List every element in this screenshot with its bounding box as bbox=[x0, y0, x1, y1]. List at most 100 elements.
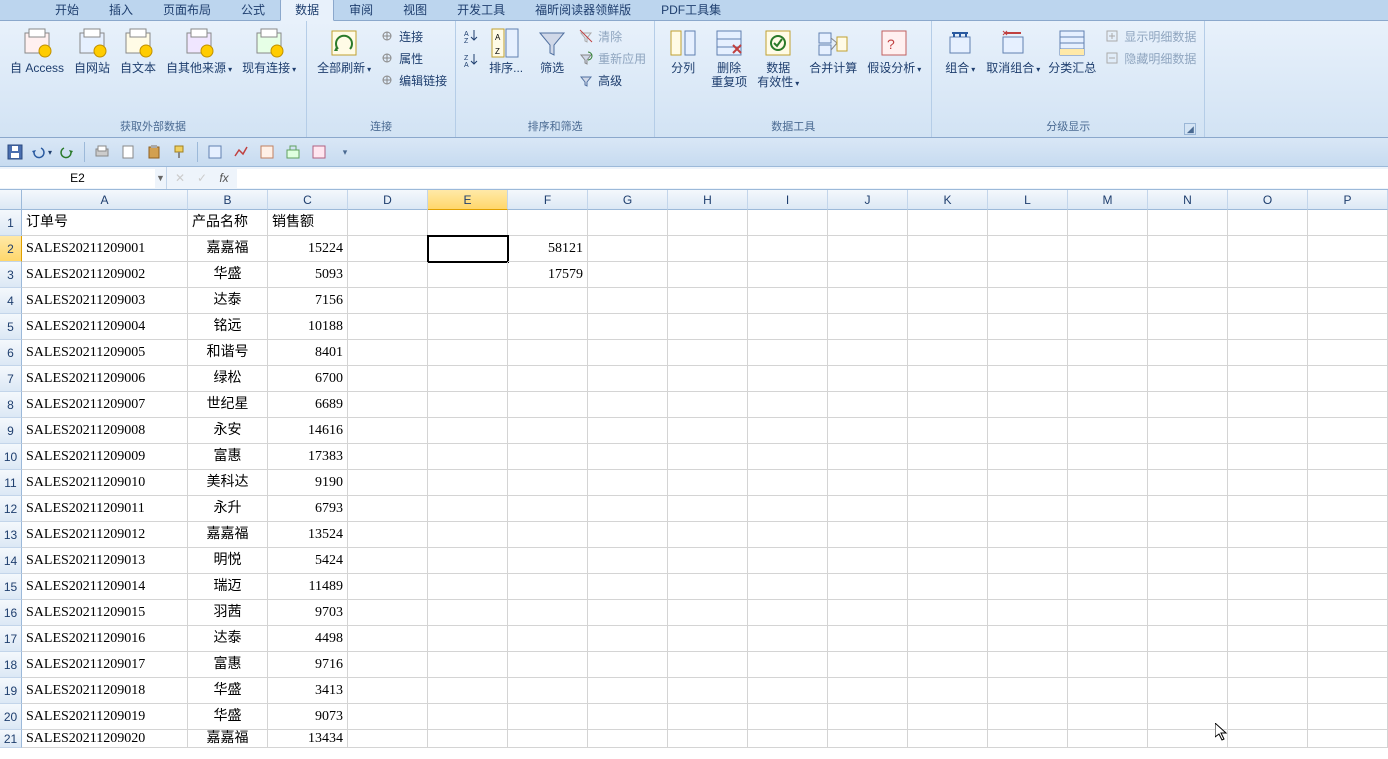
cell-H13[interactable] bbox=[668, 522, 748, 548]
cell-J10[interactable] bbox=[828, 444, 908, 470]
ext-data-0[interactable]: 自 Access bbox=[6, 25, 68, 77]
cell-J16[interactable] bbox=[828, 600, 908, 626]
cell-E21[interactable] bbox=[428, 730, 508, 748]
row-header-11[interactable]: 11 bbox=[0, 470, 22, 496]
cell-D5[interactable] bbox=[348, 314, 428, 340]
name-box[interactable] bbox=[0, 169, 155, 188]
cell-N12[interactable] bbox=[1148, 496, 1228, 522]
cell-N14[interactable] bbox=[1148, 548, 1228, 574]
cell-N18[interactable] bbox=[1148, 652, 1228, 678]
cell-F9[interactable] bbox=[508, 418, 588, 444]
row-header-12[interactable]: 12 bbox=[0, 496, 22, 522]
cell-A14[interactable]: SALES20211209013 bbox=[22, 548, 188, 574]
cell-F20[interactable] bbox=[508, 704, 588, 730]
cell-C17[interactable]: 4498 bbox=[268, 626, 348, 652]
cell-K5[interactable] bbox=[908, 314, 988, 340]
cell-P7[interactable] bbox=[1308, 366, 1388, 392]
cell-F10[interactable] bbox=[508, 444, 588, 470]
cell-M12[interactable] bbox=[1068, 496, 1148, 522]
cell-L9[interactable] bbox=[988, 418, 1068, 444]
cell-A21[interactable]: SALES20211209020 bbox=[22, 730, 188, 748]
cell-M13[interactable] bbox=[1068, 522, 1148, 548]
formula-input[interactable] bbox=[237, 169, 1388, 188]
cell-K2[interactable] bbox=[908, 236, 988, 262]
cell-J19[interactable] bbox=[828, 678, 908, 704]
qat-button-1[interactable] bbox=[204, 141, 226, 163]
tab-开始[interactable]: 开始 bbox=[40, 0, 94, 20]
cell-F16[interactable] bbox=[508, 600, 588, 626]
cell-A6[interactable]: SALES20211209005 bbox=[22, 340, 188, 366]
col-header-D[interactable]: D bbox=[348, 190, 428, 210]
cell-A10[interactable]: SALES20211209009 bbox=[22, 444, 188, 470]
cell-P9[interactable] bbox=[1308, 418, 1388, 444]
cell-I1[interactable] bbox=[748, 210, 828, 236]
cell-N1[interactable] bbox=[1148, 210, 1228, 236]
col-header-A[interactable]: A bbox=[22, 190, 188, 210]
cells-area[interactable]: 订单号产品名称销售额SALES20211209001嘉嘉福1522458121S… bbox=[22, 210, 1388, 748]
tab-福昕阅读器领鲜版[interactable]: 福昕阅读器领鲜版 bbox=[520, 0, 646, 20]
cell-O18[interactable] bbox=[1228, 652, 1308, 678]
cell-I18[interactable] bbox=[748, 652, 828, 678]
cell-C13[interactable]: 13524 bbox=[268, 522, 348, 548]
cell-B7[interactable]: 绿松 bbox=[188, 366, 268, 392]
cell-O8[interactable] bbox=[1228, 392, 1308, 418]
cell-B17[interactable]: 达泰 bbox=[188, 626, 268, 652]
cell-K15[interactable] bbox=[908, 574, 988, 600]
col-header-P[interactable]: P bbox=[1308, 190, 1388, 210]
cell-G12[interactable] bbox=[588, 496, 668, 522]
cell-K7[interactable] bbox=[908, 366, 988, 392]
cell-F21[interactable] bbox=[508, 730, 588, 748]
cell-I3[interactable] bbox=[748, 262, 828, 288]
cell-G9[interactable] bbox=[588, 418, 668, 444]
cell-I19[interactable] bbox=[748, 678, 828, 704]
cell-N6[interactable] bbox=[1148, 340, 1228, 366]
cell-C4[interactable]: 7156 bbox=[268, 288, 348, 314]
cell-B3[interactable]: 华盛 bbox=[188, 262, 268, 288]
ext-data-2[interactable]: 自文本 bbox=[116, 25, 160, 77]
cell-E15[interactable] bbox=[428, 574, 508, 600]
cell-E17[interactable] bbox=[428, 626, 508, 652]
ext-data-1[interactable]: 自网站 bbox=[70, 25, 114, 77]
cell-C5[interactable]: 10188 bbox=[268, 314, 348, 340]
cell-B12[interactable]: 永升 bbox=[188, 496, 268, 522]
cell-E20[interactable] bbox=[428, 704, 508, 730]
ext-data-4[interactable]: 现有连接▾ bbox=[238, 25, 300, 79]
cell-M10[interactable] bbox=[1068, 444, 1148, 470]
dialog-launcher[interactable]: ◢ bbox=[1184, 123, 1196, 135]
row-header-20[interactable]: 20 bbox=[0, 704, 22, 730]
cell-I4[interactable] bbox=[748, 288, 828, 314]
cell-E19[interactable] bbox=[428, 678, 508, 704]
cell-G2[interactable] bbox=[588, 236, 668, 262]
cell-F2[interactable]: 58121 bbox=[508, 236, 588, 262]
cell-P17[interactable] bbox=[1308, 626, 1388, 652]
cell-H5[interactable] bbox=[668, 314, 748, 340]
cell-P20[interactable] bbox=[1308, 704, 1388, 730]
conn-item-2[interactable]: 编辑链接 bbox=[377, 69, 449, 91]
cell-M18[interactable] bbox=[1068, 652, 1148, 678]
cell-G7[interactable] bbox=[588, 366, 668, 392]
filter-item-2[interactable]: 高级 bbox=[576, 69, 648, 91]
row-header-7[interactable]: 7 bbox=[0, 366, 22, 392]
cell-G16[interactable] bbox=[588, 600, 668, 626]
datatool-2[interactable]: 数据有效性▾ bbox=[753, 25, 803, 93]
cell-L17[interactable] bbox=[988, 626, 1068, 652]
save-button[interactable] bbox=[4, 141, 26, 163]
cell-N10[interactable] bbox=[1148, 444, 1228, 470]
cell-L1[interactable] bbox=[988, 210, 1068, 236]
cell-N2[interactable] bbox=[1148, 236, 1228, 262]
col-header-E[interactable]: E bbox=[428, 190, 508, 210]
cell-I11[interactable] bbox=[748, 470, 828, 496]
tab-插入[interactable]: 插入 bbox=[94, 0, 148, 20]
cell-E8[interactable] bbox=[428, 392, 508, 418]
col-header-O[interactable]: O bbox=[1228, 190, 1308, 210]
cell-H19[interactable] bbox=[668, 678, 748, 704]
cell-G5[interactable] bbox=[588, 314, 668, 340]
cell-D3[interactable] bbox=[348, 262, 428, 288]
cell-A17[interactable]: SALES20211209016 bbox=[22, 626, 188, 652]
name-box-dropdown[interactable]: ▼ bbox=[155, 173, 166, 183]
cell-B21[interactable]: 嘉嘉福 bbox=[188, 730, 268, 748]
cell-L12[interactable] bbox=[988, 496, 1068, 522]
cell-E13[interactable] bbox=[428, 522, 508, 548]
cell-H21[interactable] bbox=[668, 730, 748, 748]
cell-C7[interactable]: 6700 bbox=[268, 366, 348, 392]
